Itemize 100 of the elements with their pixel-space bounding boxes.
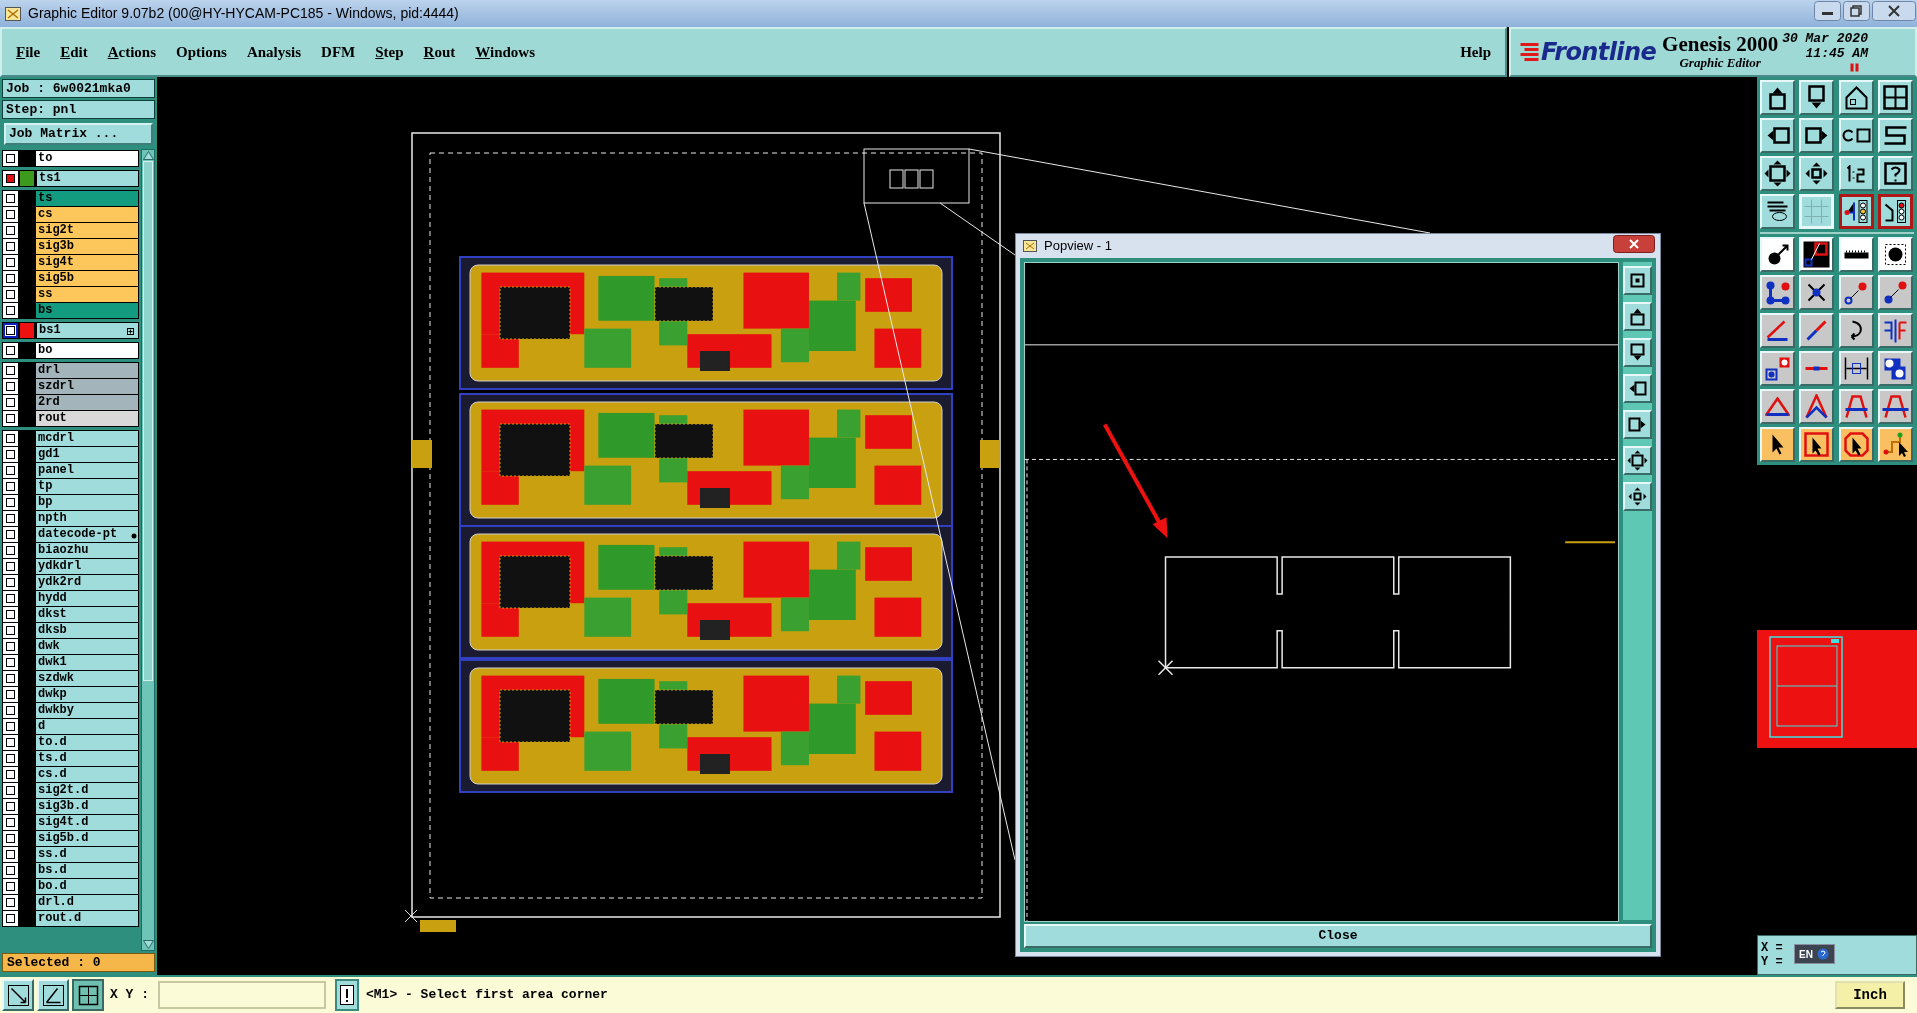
- layer-row[interactable]: mcdrl: [36, 431, 138, 446]
- layer-row[interactable]: sig3b.d: [36, 799, 138, 814]
- layer-row[interactable]: rout.d: [36, 911, 138, 926]
- undo-view-icon: [1841, 128, 1871, 143]
- minimize-icon[interactable]: [1813, 0, 1842, 22]
- move-down-icon: [1808, 85, 1826, 110]
- x-coordinate-label: X =: [1761, 941, 1783, 955]
- layer-row[interactable]: bs.d: [36, 863, 138, 878]
- layer-row[interactable]: ydkdrl: [36, 559, 138, 574]
- popview-tool-button[interactable]: [1623, 266, 1652, 295]
- pad-outline-icon: [1883, 243, 1907, 266]
- layer-row[interactable]: rout: [36, 411, 138, 426]
- layer-row[interactable]: cs.d: [36, 767, 138, 782]
- menu-item[interactable]: File: [16, 40, 41, 64]
- layer-row[interactable]: bp: [36, 495, 138, 510]
- layer-row[interactable]: sig2t.d: [36, 783, 138, 798]
- layer-row[interactable]: cs: [36, 207, 138, 222]
- pause-icon: [1849, 62, 1860, 73]
- layer-row[interactable]: ss.d: [36, 847, 138, 862]
- layer-row[interactable]: sig3b: [36, 239, 138, 254]
- tool-button[interactable]: [72, 979, 104, 1011]
- menu-item[interactable]: Actions: [107, 40, 157, 64]
- popview-tool-button[interactable]: [1623, 374, 1652, 403]
- layer-row[interactable]: bo: [36, 343, 138, 358]
- close-button[interactable]: Close: [1024, 924, 1652, 948]
- job-matrix-button[interactable]: Job Matrix ...: [4, 123, 153, 145]
- layer-row[interactable]: to: [36, 151, 138, 166]
- close-icon[interactable]: [1612, 234, 1656, 254]
- layer-row[interactable]: dksb: [36, 623, 138, 638]
- net-nodes-icon: [1764, 279, 1791, 306]
- layer-row[interactable]: drl: [36, 363, 138, 378]
- close-icon[interactable]: [1871, 0, 1917, 22]
- layer-row[interactable]: biaozhu: [36, 543, 138, 558]
- layer-row[interactable]: bs1: [37, 323, 138, 338]
- layer-row[interactable]: datecode-pt: [36, 527, 138, 542]
- layer-row[interactable]: gd1: [36, 447, 138, 462]
- popview-tool-button[interactable]: [1623, 338, 1652, 367]
- layer-row[interactable]: szdrl: [36, 379, 138, 394]
- pointer-path-icon: [1881, 430, 1909, 459]
- scrollbar[interactable]: [141, 149, 155, 951]
- menu-item[interactable]: Windows: [475, 40, 536, 64]
- layer-row[interactable]: dkst: [36, 607, 138, 622]
- layer-row[interactable]: szdwk: [36, 671, 138, 686]
- menu-item[interactable]: Step: [375, 40, 404, 64]
- help-icon[interactable]: [1815, 947, 1830, 961]
- help-icon: [1883, 162, 1907, 185]
- layer-row[interactable]: dwkby: [36, 703, 138, 718]
- overlap-shapes-icon: [1883, 356, 1908, 381]
- layer-row[interactable]: sig2t: [36, 223, 138, 238]
- layer-row[interactable]: sig5b: [36, 271, 138, 286]
- line-segment-icon: [1804, 365, 1830, 372]
- layer-row[interactable]: dwk1: [36, 655, 138, 670]
- help-menu[interactable]: Help: [1460, 40, 1491, 64]
- trace-segment: [1564, 541, 1616, 544]
- layer-row[interactable]: to.d: [36, 735, 138, 750]
- time-text: 11:45 AM: [1805, 46, 1868, 61]
- layer-row[interactable]: dwkp: [36, 687, 138, 702]
- restore-icon[interactable]: [1842, 0, 1871, 22]
- scroll-up-icon[interactable]: [142, 150, 155, 161]
- layer-row[interactable]: ss: [36, 287, 138, 302]
- menu-item[interactable]: Edit: [60, 40, 88, 64]
- arch-cross-icon: [1880, 394, 1910, 419]
- menu-item[interactable]: Rout: [423, 40, 456, 64]
- brand-logo: Frontline: [1541, 37, 1657, 68]
- message-button[interactable]: [335, 979, 359, 1011]
- layer-row[interactable]: tp: [36, 479, 138, 494]
- layer-row[interactable]: npth: [36, 511, 138, 526]
- layer-row[interactable]: panel: [36, 463, 138, 478]
- popview-tool-button[interactable]: [1623, 410, 1652, 439]
- layer-row[interactable]: ts.d: [36, 751, 138, 766]
- layer-row[interactable]: ts1: [37, 171, 138, 186]
- expand-icon[interactable]: [126, 327, 135, 336]
- layer-row[interactable]: sig4t: [36, 255, 138, 270]
- menu-item[interactable]: DFM: [321, 40, 356, 64]
- popview-tool-button[interactable]: [1623, 302, 1652, 331]
- home-icon: [1844, 85, 1868, 110]
- layer-row[interactable]: ts: [36, 191, 138, 206]
- language-bar[interactable]: EN: [1794, 944, 1835, 964]
- xy-input-field[interactable]: [158, 981, 326, 1009]
- date-text: 30 Mar 2020: [1782, 31, 1868, 46]
- layer-row[interactable]: hydd: [36, 591, 138, 606]
- menu-item[interactable]: Analysis: [246, 40, 302, 64]
- mirror-icon: [1882, 317, 1908, 344]
- menu-item[interactable]: Options: [176, 40, 227, 64]
- layer-row[interactable]: sig4t.d: [36, 815, 138, 830]
- scroll-down-icon[interactable]: [142, 939, 155, 950]
- layer-row[interactable]: 2rd: [36, 395, 138, 410]
- layer-row[interactable]: sig5b.d: [36, 831, 138, 846]
- popview-tool-button[interactable]: [1623, 482, 1652, 511]
- layer-row[interactable]: d: [36, 719, 138, 734]
- toolbar-button[interactable]: [1838, 194, 1874, 229]
- toolbar-button[interactable]: [1877, 194, 1913, 229]
- layer-row[interactable]: dwk: [36, 639, 138, 654]
- layer-row[interactable]: bo.d: [36, 879, 138, 894]
- layer-row[interactable]: bs: [36, 303, 138, 318]
- layer-row[interactable]: drl.d: [36, 895, 138, 910]
- popview-tool-button[interactable]: [1623, 446, 1652, 475]
- units-button[interactable]: Inch: [1835, 981, 1905, 1009]
- language-indicator[interactable]: EN: [1799, 946, 1813, 962]
- layer-row[interactable]: ydk2rd: [36, 575, 138, 590]
